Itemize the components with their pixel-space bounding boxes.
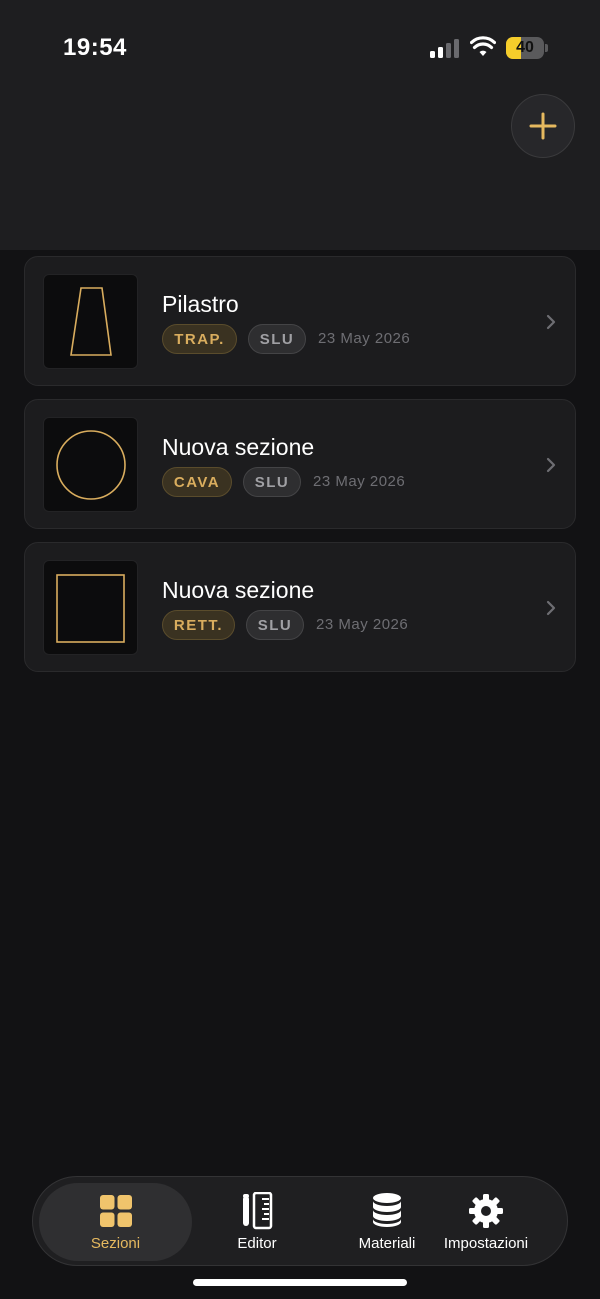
section-date: 23 May 2026 xyxy=(318,330,411,347)
battery-level: 40 xyxy=(516,39,534,56)
type-badge: RETT. xyxy=(162,610,235,640)
rectangle-shape-icon xyxy=(56,574,125,643)
add-section-button[interactable] xyxy=(511,94,575,158)
gear-icon xyxy=(469,1194,503,1228)
section-card[interactable]: Nuova sezione CAVA SLU 23 May 2026 xyxy=(24,399,576,529)
battery-cap xyxy=(545,44,548,52)
status-time: 19:54 xyxy=(63,34,127,61)
tab-bar: Sezioni Editor Materiali Impostazioni xyxy=(32,1176,568,1266)
grid-icon xyxy=(99,1195,132,1227)
trapezoid-shape-icon xyxy=(70,287,112,356)
tab-label: Editor xyxy=(237,1235,277,1252)
plus-icon xyxy=(529,112,557,140)
section-title: Pilastro xyxy=(162,291,239,317)
database-icon xyxy=(373,1193,401,1227)
tab-impostazioni[interactable]: Impostazioni xyxy=(423,1183,549,1261)
chevron-right-icon xyxy=(546,600,556,616)
chevron-right-icon xyxy=(546,314,556,330)
circle-shape-icon xyxy=(56,430,126,500)
battery-indicator: 40 xyxy=(506,37,544,59)
state-badge: SLU xyxy=(246,610,304,640)
state-badge: SLU xyxy=(243,467,301,497)
section-title: Nuova sezione xyxy=(162,577,315,603)
chevron-right-icon xyxy=(546,457,556,473)
screen: 19:54 40 Pilastro TRAP. SLU 23 May 2026 … xyxy=(0,0,600,1299)
section-card[interactable]: Nuova sezione RETT. SLU 23 May 2026 xyxy=(24,542,576,672)
section-title: Nuova sezione xyxy=(162,434,315,460)
section-thumbnail xyxy=(43,274,138,369)
tab-label: Sezioni xyxy=(90,1235,141,1252)
header: 19:54 40 xyxy=(0,0,600,250)
tab-sezioni[interactable]: Sezioni xyxy=(39,1183,192,1261)
section-date: 23 May 2026 xyxy=(313,473,406,490)
tab-editor[interactable]: Editor xyxy=(192,1183,322,1261)
wifi-icon xyxy=(470,36,496,56)
tab-label: Impostazioni xyxy=(443,1235,529,1252)
state-badge: SLU xyxy=(248,324,306,354)
section-date: 23 May 2026 xyxy=(316,616,409,633)
section-thumbnail xyxy=(43,560,138,655)
section-card[interactable]: Pilastro TRAP. SLU 23 May 2026 xyxy=(24,256,576,386)
type-badge: TRAP. xyxy=(162,324,237,354)
type-badge: CAVA xyxy=(162,467,232,497)
home-indicator[interactable] xyxy=(193,1279,407,1286)
cellular-signal-icon xyxy=(430,38,460,58)
section-thumbnail xyxy=(43,417,138,512)
ruler-pencil-icon xyxy=(243,1192,273,1230)
